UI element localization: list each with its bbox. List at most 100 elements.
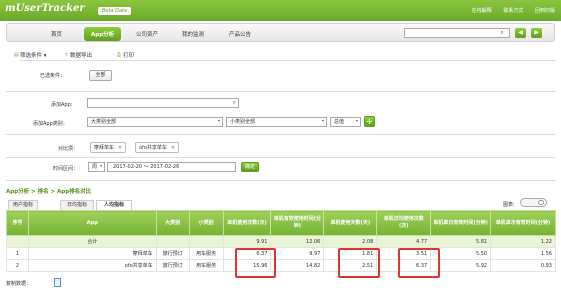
table-cell <box>6 235 29 248</box>
compare-tag-text: 摩拜单车 <box>94 145 115 151</box>
category-select[interactable]: 大类别全部 ▾ <box>87 117 223 127</box>
selected-all-button[interactable]: 全部 <box>89 70 112 81</box>
compare-label: 对比项： <box>58 146 79 152</box>
category-label: 添加App类别： <box>33 121 68 127</box>
table-cell: 用车服务 <box>188 259 224 272</box>
forward-arrow-icon[interactable]: ▶ <box>531 28 542 38</box>
chevron-down-icon: ▾ <box>355 118 358 123</box>
nav-assets[interactable]: 公司资产 <box>136 30 158 38</box>
highlight-box-usage-count <box>235 248 276 278</box>
compare-tag-text: ofo共享单车 <box>139 145 167 151</box>
add-app-input[interactable]: ⌕ <box>87 98 239 108</box>
column-header[interactable]: 单机单日有效时间(分钟) <box>430 210 492 236</box>
top-link-old-version[interactable]: 回到旧版 <box>535 8 555 14</box>
nav-monitor[interactable]: 我的监测 <box>182 30 204 38</box>
column-header[interactable]: 单机使用次数(次) <box>222 210 272 236</box>
table-cell: 5.81 <box>430 235 492 248</box>
table-total-row: 合计 9.91 12.06 2.08 4.77 5.81 1.22 <box>6 235 556 248</box>
chevron-down-icon: ▾ <box>321 118 324 123</box>
table-cell: 1.22 <box>490 235 556 248</box>
column-header[interactable]: 序号 <box>6 210 29 236</box>
tab-user-metrics[interactable]: 用户指标 <box>8 200 38 210</box>
table-cell: 9.91 <box>222 235 272 248</box>
table-cell: 1.56 <box>490 247 556 260</box>
export-label: 数据导出 <box>70 53 93 59</box>
chevron-down-icon: ▾ <box>99 163 102 168</box>
nav-search-input[interactable] <box>404 28 510 38</box>
beta-badge: Beta Data <box>98 7 132 15</box>
metrics-table: 序号 App 大类别 小类别 单机使用次数(次) 单机有效使用时间(分钟) 单机… <box>6 210 556 272</box>
table-cell: 旅行预订 <box>155 259 190 272</box>
highlight-box-usage-days <box>338 248 380 278</box>
table-cell: 2 <box>6 259 29 272</box>
top-banner: mUserTracker Beta Data 在线解释 联系方式 回到旧版 <box>0 0 561 21</box>
table-cell: 用车服务 <box>188 247 224 260</box>
column-header[interactable]: 单机有效使用时间(分钟) <box>270 210 325 236</box>
close-icon[interactable]: ✕ <box>171 145 175 151</box>
toggle-knob <box>538 200 544 205</box>
top-link-help[interactable]: 在线解释 <box>472 8 492 14</box>
total-select[interactable]: 总值 ▾ <box>330 117 361 127</box>
table-cell[interactable]: ofo共享单车 <box>27 259 157 272</box>
breadcrumb: App分析 > 排名 > App排名对比 <box>6 189 92 195</box>
highlight-box-daily-count <box>398 248 440 278</box>
time-unit-select[interactable]: 周 ▾ <box>88 162 105 172</box>
table-header-row: 序号 App 大类别 小类别 单机使用次数(次) 单机有效使用时间(分钟) 单机… <box>6 210 556 236</box>
copy-data-label: 复制数据： <box>6 281 32 287</box>
export-tool[interactable]: ⇪ 数据导出 <box>64 51 93 59</box>
divider <box>6 157 556 158</box>
subcategory-select[interactable]: 小类别全部 ▾ <box>226 117 327 127</box>
copy-icon[interactable] <box>54 278 61 287</box>
table-cell: 合计 <box>27 235 157 248</box>
top-links: 在线解释 联系方式 回到旧版 <box>462 7 555 14</box>
column-header[interactable]: 单机单次有效时间(分钟) <box>490 210 556 236</box>
compare-tag-ofo: ofo共享单车 ✕ <box>135 142 180 153</box>
table-cell: 旅行预订 <box>155 247 190 260</box>
table-cell: 2.08 <box>323 235 378 248</box>
search-icon[interactable]: ⌕ <box>233 99 236 107</box>
export-icon: ⇪ <box>64 52 69 58</box>
tab-per-capita-metrics[interactable]: 人均指标 <box>96 200 132 210</box>
column-header[interactable]: App <box>27 210 157 236</box>
confirm-button[interactable]: 确定 <box>241 162 259 172</box>
divider <box>6 91 556 92</box>
table-cell: 9.97 <box>270 247 325 260</box>
filter-tool[interactable]: ▤ 筛选条件 ▾ <box>14 51 47 59</box>
search-icon[interactable]: ⌕ <box>497 29 507 37</box>
column-header[interactable]: 单机日均使用次数(次) <box>376 210 432 236</box>
column-header[interactable]: 小类别 <box>188 210 224 236</box>
nav-app-analysis[interactable]: App分析 <box>84 27 122 41</box>
add-app-label: 添加App: <box>51 102 73 108</box>
back-arrow-icon[interactable]: ◀ <box>515 28 526 38</box>
compare-tag-mobike: 摩拜单车 ✕ <box>90 142 127 153</box>
chart-toggle[interactable] <box>520 198 547 207</box>
nav-home[interactable]: 首页 <box>51 30 62 38</box>
chart-toggle-label: 图表: <box>503 202 515 208</box>
print-tool[interactable]: ⎙ 打印 <box>117 51 134 59</box>
table-cell: 14.82 <box>270 259 325 272</box>
column-header[interactable]: 单机使用天数(天) <box>323 210 378 236</box>
time-range-label: 时间区间： <box>53 166 79 172</box>
date-range-input[interactable]: 2017-02-20 ～ 2017-02-26 <box>107 162 236 172</box>
table-row: 1 摩拜单车 旅行预订 用车服务 6.37 9.97 1.81 3.51 5.5… <box>6 247 556 260</box>
tab-daily-metrics[interactable]: 日均指标 <box>60 200 94 210</box>
filter-icon: ▤ <box>14 52 19 58</box>
nav-announcements[interactable]: 产品公告 <box>229 30 251 38</box>
column-header[interactable]: 大类别 <box>155 210 190 236</box>
divider <box>6 134 556 135</box>
category-value: 大类别全部 <box>91 119 117 125</box>
selected-conditions-label: 已选条件： <box>40 73 66 79</box>
total-value: 总值 <box>334 119 345 125</box>
divider <box>6 180 556 181</box>
subcategory-value: 小类别全部 <box>230 119 256 125</box>
top-link-contact[interactable]: 联系方式 <box>503 8 523 14</box>
table-cell <box>155 235 190 248</box>
date-range-value: 2017-02-20 ～ 2017-02-26 <box>113 164 180 170</box>
table-cell[interactable]: 摩拜单车 <box>27 247 157 260</box>
app-logo: mUserTracker <box>5 3 85 14</box>
add-category-button[interactable]: + <box>364 116 375 127</box>
time-unit-value: 周 <box>92 164 98 170</box>
filter-label: 筛选条件 <box>20 53 43 59</box>
toolbar: ▤ 筛选条件 ▾ ⇪ 数据导出 ⎙ 打印 <box>14 50 556 61</box>
close-icon[interactable]: ✕ <box>118 145 122 151</box>
